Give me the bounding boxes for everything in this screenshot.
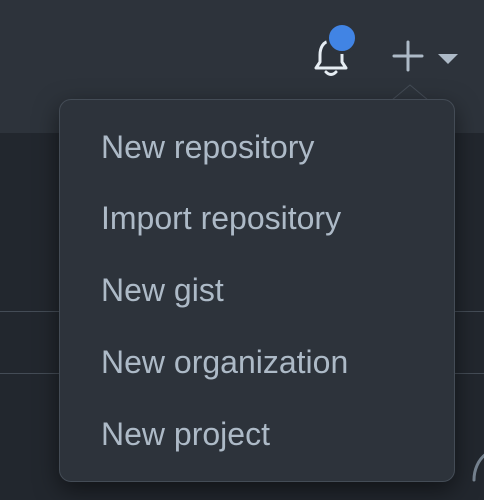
create-new-button[interactable] [390, 36, 462, 76]
unread-indicator [326, 22, 358, 54]
plus-icon [392, 40, 424, 72]
triangle-down-icon [438, 54, 458, 64]
menu-item-new-project[interactable]: New project [60, 401, 454, 467]
menu-item-new-gist[interactable]: New gist [60, 257, 454, 323]
create-new-menu: New repository Import repository New gis… [59, 99, 455, 482]
partial-icon [472, 453, 484, 482]
menu-item-import-repository[interactable]: Import repository [60, 185, 454, 251]
menu-item-new-organization[interactable]: New organization [60, 329, 454, 395]
menu-item-new-repository[interactable]: New repository [60, 114, 454, 180]
